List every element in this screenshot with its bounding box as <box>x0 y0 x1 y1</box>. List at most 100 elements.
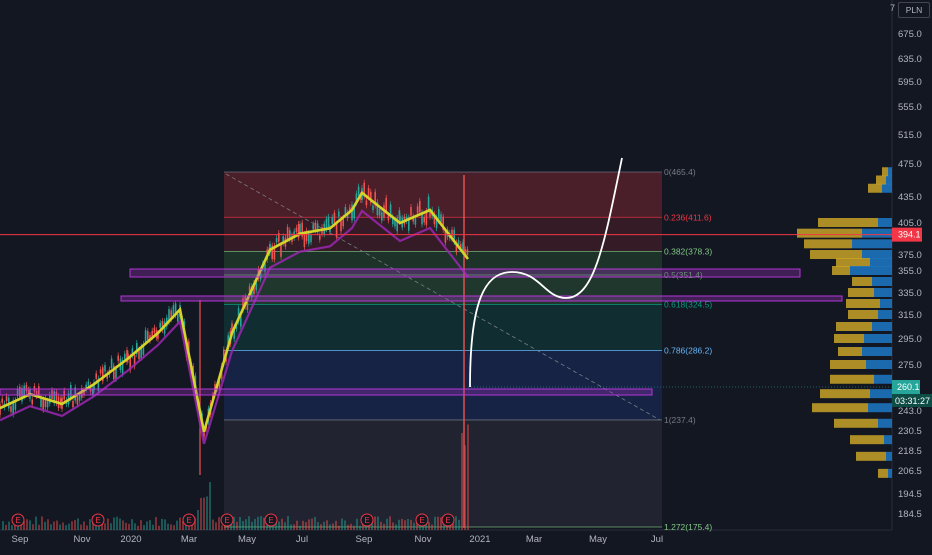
x-tick-label: Mar <box>526 534 542 545</box>
candle-body <box>275 238 278 243</box>
x-tick-label: Sep <box>356 534 373 545</box>
candle-body <box>99 369 102 374</box>
volume-profile-up <box>872 277 892 286</box>
volume-bar <box>89 519 91 530</box>
volume-bar <box>248 516 250 530</box>
fib-zone <box>224 304 662 351</box>
volume-bar <box>209 482 211 530</box>
fib-level-label: 0.786(286.2) <box>664 345 712 355</box>
volume-bar <box>68 523 70 530</box>
volume-bar <box>38 524 40 530</box>
volume-bar <box>239 517 241 530</box>
candle-body <box>286 227 289 239</box>
volume-profile-up <box>874 374 892 384</box>
volume-bar <box>410 519 412 530</box>
y-tick-label: 555.0 <box>898 102 922 113</box>
volume-bar <box>236 521 238 530</box>
countdown-label: 03:31:27 <box>895 396 930 406</box>
candle-body <box>46 400 49 408</box>
volume-profile-down <box>850 435 884 445</box>
volume-bar <box>281 518 283 530</box>
y-tick-label: 184.5 <box>898 509 922 520</box>
volume-bar <box>296 520 298 530</box>
volume-bar <box>221 525 223 530</box>
volume-bar <box>428 522 430 530</box>
volume-profile-up <box>888 167 892 177</box>
last-price-label: 260.1 <box>897 382 920 392</box>
volume-bar <box>2 521 4 530</box>
volume-bar <box>143 525 145 530</box>
volume-profile-down <box>882 167 888 177</box>
candle-body <box>177 314 179 322</box>
volume-profile-down <box>830 360 866 369</box>
volume-bar <box>293 524 295 530</box>
candle-body <box>333 212 336 225</box>
candle-body <box>367 188 370 198</box>
candle-body <box>104 365 106 372</box>
volume-bar <box>11 525 13 530</box>
volume-bar <box>50 524 52 530</box>
volume-bar <box>200 497 202 530</box>
volume-profile-up <box>862 347 892 356</box>
volume-bar <box>215 522 217 530</box>
volume-profile-down <box>876 175 886 185</box>
x-tick-label: Mar <box>181 534 197 545</box>
candle-body <box>95 373 97 379</box>
volume-profile-up <box>888 468 892 478</box>
earnings-event-label: E <box>186 516 191 525</box>
volume-profile-down <box>846 299 880 308</box>
fib-level-label: 1(237.4) <box>664 415 696 425</box>
volume-bar <box>122 520 124 530</box>
volume-profile-up <box>864 334 892 343</box>
volume-profile-down <box>856 451 886 461</box>
volume-bar <box>338 525 340 530</box>
candle-body <box>42 399 44 410</box>
volume-bar <box>41 516 43 530</box>
y-tick-label: 675.0 <box>898 29 922 40</box>
volume-bar <box>299 525 301 530</box>
earnings-event-label: E <box>95 516 100 525</box>
volume-bar <box>113 517 115 530</box>
candle-body <box>153 327 156 334</box>
volume-bar <box>392 522 394 530</box>
volume-bar <box>320 524 322 530</box>
price-chart[interactable]: 0(465.4)0.236(411.6)0.382(378.3)0.5(351.… <box>0 0 932 550</box>
volume-bar <box>44 521 46 530</box>
volume-bar <box>242 521 244 530</box>
volume-bar <box>443 525 445 530</box>
volume-bar <box>206 496 208 530</box>
earnings-event-label: E <box>364 516 369 525</box>
y-tick-label: 635.0 <box>898 54 922 65</box>
volume-bar <box>26 519 28 530</box>
candle-body <box>299 224 301 233</box>
y-tick-label: 206.5 <box>898 466 922 477</box>
volume-bar <box>119 518 121 530</box>
x-tick-label: Jul <box>296 534 308 545</box>
volume-bar <box>158 525 160 530</box>
candle-body <box>159 322 161 328</box>
candle-body <box>40 398 42 407</box>
volume-profile-up <box>852 239 892 249</box>
candle-body <box>327 216 330 228</box>
volume-bar <box>374 516 376 530</box>
volume-bar <box>128 523 130 530</box>
volume-bar <box>353 525 355 530</box>
y-tick-label: 243.0 <box>898 406 922 417</box>
candle-body <box>310 234 312 243</box>
candle-body <box>76 396 79 405</box>
y-tick-label: 405.0 <box>898 218 922 229</box>
volume-profile-up <box>878 218 892 227</box>
volume-bar <box>290 524 292 530</box>
volume-bar <box>323 521 325 530</box>
candle-body <box>357 186 360 196</box>
volume-profile-up <box>870 258 892 267</box>
fib-level-label: 0.236(411.6) <box>664 212 712 222</box>
volume-bar <box>305 522 307 530</box>
currency-badge[interactable]: PLN <box>898 2 930 18</box>
volume-bar <box>176 520 178 530</box>
volume-profile-down <box>832 266 850 275</box>
candle-body <box>295 227 298 232</box>
fib-zone <box>224 419 662 527</box>
volume-profile-down <box>836 322 872 331</box>
volume-bar <box>140 520 142 530</box>
